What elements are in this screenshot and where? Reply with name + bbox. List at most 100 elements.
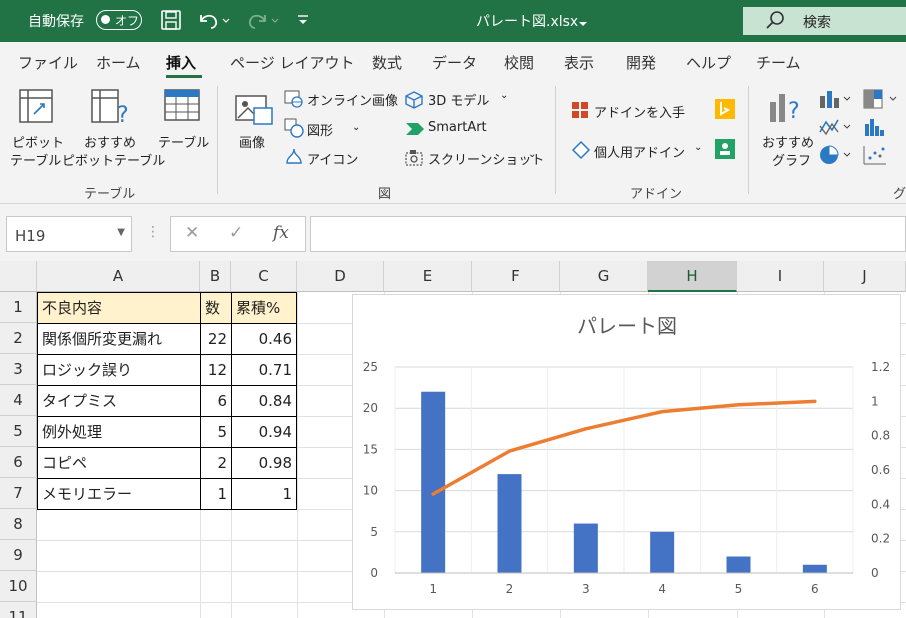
formula-input[interactable] xyxy=(310,216,906,252)
tab-insert[interactable]: 挿入 xyxy=(166,52,196,73)
undo-icon[interactable] xyxy=(196,9,230,35)
cell-c7[interactable]: 1 xyxy=(231,478,297,510)
cell-a4[interactable]: タイプミス xyxy=(37,385,201,417)
cancel-icon[interactable]: ✕ xyxy=(185,223,199,243)
column-header-b[interactable]: B xyxy=(200,261,231,292)
my-addins-label[interactable]: 個人用アドイン xyxy=(594,142,685,161)
enter-icon[interactable]: ✓ xyxy=(229,223,243,243)
cell-b3[interactable]: 12 xyxy=(200,354,232,386)
cell-a1[interactable]: 不良内容 xyxy=(37,292,201,324)
cell-c5[interactable]: 0.94 xyxy=(231,416,297,448)
tab-help[interactable]: ヘルプ xyxy=(686,52,731,73)
picture-icon[interactable] xyxy=(234,94,274,132)
row-header-2[interactable]: 2 xyxy=(0,323,37,354)
online-picture-label[interactable]: オンライン画像 xyxy=(307,90,398,109)
tab-developer[interactable]: 開発 xyxy=(626,52,656,73)
icons-icon[interactable] xyxy=(284,146,304,170)
screenshot-dropdown-icon[interactable]: ⌄ xyxy=(528,149,536,160)
my-addins-dropdown-icon[interactable]: ⌄ xyxy=(694,142,702,153)
cell-a7[interactable]: メモリエラー xyxy=(37,478,201,510)
scatter-chart-icon[interactable] xyxy=(862,144,902,170)
column-header-c[interactable]: C xyxy=(231,261,297,292)
people-graph-icon[interactable] xyxy=(714,138,736,164)
row-header-11[interactable]: 11 xyxy=(0,602,37,618)
autosave-toggle[interactable]: オフ xyxy=(96,10,142,30)
pareto-chart[interactable]: パレート図 0 5 10 15 20 25 0 0.2 0.4 0.6 0.8 1 1.2 1 2 3 4 5 6 xyxy=(352,294,901,610)
cell-a5[interactable]: 例外処理 xyxy=(37,416,201,448)
column-header-h[interactable]: H xyxy=(648,261,737,292)
column-header-f[interactable]: F xyxy=(472,261,560,292)
recommended-pivot-icon[interactable]: ? xyxy=(90,88,132,132)
table-icon[interactable] xyxy=(163,88,201,128)
chevron-down-icon[interactable] xyxy=(578,14,588,33)
statistic-chart-icon[interactable] xyxy=(862,116,902,142)
cell-b7[interactable]: 1 xyxy=(200,478,232,510)
picture-label[interactable]: 画像 xyxy=(239,132,265,151)
cell-a6[interactable]: コピペ xyxy=(37,447,201,479)
column-header-i[interactable]: I xyxy=(737,261,824,292)
tab-page-layout[interactable]: ページ レイアウト xyxy=(230,52,354,73)
customize-quick-access-icon[interactable] xyxy=(296,12,310,32)
column-header-g[interactable]: G xyxy=(560,261,648,292)
cell-b5[interactable]: 5 xyxy=(200,416,232,448)
cell-a2[interactable]: 関係個所変更漏れ xyxy=(37,323,201,355)
pivot-table-icon[interactable] xyxy=(18,88,54,128)
cell-c6[interactable]: 0.98 xyxy=(231,447,297,479)
chart-title[interactable]: パレート図 xyxy=(577,314,677,338)
cell-b2[interactable]: 22 xyxy=(200,323,232,355)
row-header-8[interactable]: 8 xyxy=(0,509,37,540)
cell-c1[interactable]: 累積% xyxy=(231,292,297,324)
cell-a3[interactable]: ロジック誤り xyxy=(37,354,201,386)
column-chart-icon[interactable] xyxy=(818,88,852,114)
recommended-pivot-label-1[interactable]: おすすめ xyxy=(84,132,136,151)
save-icon[interactable] xyxy=(160,9,182,35)
row-header-1[interactable]: 1 xyxy=(0,292,37,323)
cell-b1[interactable]: 数 xyxy=(200,292,232,324)
store-icon[interactable] xyxy=(570,100,590,124)
screenshot-label[interactable]: スクリーンショット xyxy=(428,149,544,168)
3d-model-label[interactable]: 3D モデル xyxy=(428,90,489,109)
bing-icon[interactable] xyxy=(714,98,736,124)
row-header-7[interactable]: 7 xyxy=(0,478,37,509)
recommended-charts-label-2[interactable]: グラフ xyxy=(772,150,811,169)
redo-icon[interactable] xyxy=(246,9,280,35)
smartart-icon[interactable] xyxy=(404,120,426,142)
row-header-3[interactable]: 3 xyxy=(0,354,37,385)
row-header-6[interactable]: 6 xyxy=(0,447,37,478)
column-header-d[interactable]: D xyxy=(297,261,384,292)
shapes-dropdown-icon[interactable]: ⌄ xyxy=(352,122,360,133)
pivot-table-label-2[interactable]: テーブル xyxy=(10,150,61,169)
row-header-10[interactable]: 10 xyxy=(0,571,37,602)
tab-file[interactable]: ファイル xyxy=(18,52,78,73)
row-header-9[interactable]: 9 xyxy=(0,540,37,571)
cell-b6[interactable]: 2 xyxy=(200,447,232,479)
my-addins-icon[interactable] xyxy=(570,138,592,164)
cell-c2[interactable]: 0.46 xyxy=(231,323,297,355)
tab-view[interactable]: 表示 xyxy=(564,52,594,73)
shapes-label[interactable]: 図形 xyxy=(307,120,333,139)
tab-team[interactable]: チーム xyxy=(756,52,801,73)
column-header-j[interactable]: J xyxy=(824,261,906,292)
screenshot-icon[interactable] xyxy=(404,148,424,172)
name-box-dropdown-icon[interactable]: ▼ xyxy=(117,227,125,238)
row-header-5[interactable]: 5 xyxy=(0,416,37,447)
shapes-icon[interactable] xyxy=(284,118,304,142)
tab-home[interactable]: ホーム xyxy=(96,52,141,73)
get-addins-label[interactable]: アドインを入手 xyxy=(594,102,685,121)
tab-data[interactable]: データ xyxy=(432,52,477,73)
smartart-label[interactable]: SmartArt xyxy=(428,120,487,135)
column-header-e[interactable]: E xyxy=(384,261,472,292)
table-label[interactable]: テーブル xyxy=(158,132,209,151)
icons-label[interactable]: アイコン xyxy=(307,149,358,168)
cell-c4[interactable]: 0.84 xyxy=(231,385,297,417)
column-header-a[interactable]: A xyxy=(37,261,200,292)
pie-chart-icon[interactable] xyxy=(818,144,852,170)
file-name[interactable]: パレート図.xlsx xyxy=(476,11,578,31)
drag-handle-icon[interactable]: ⋮ xyxy=(146,224,160,240)
3d-model-dropdown-icon[interactable]: ⌄ xyxy=(500,90,508,101)
recommended-charts-icon[interactable]: ? xyxy=(766,88,808,132)
row-header-4[interactable]: 4 xyxy=(0,385,37,416)
cell-b4[interactable]: 6 xyxy=(200,385,232,417)
3d-model-icon[interactable] xyxy=(404,90,424,114)
tab-formulas[interactable]: 数式 xyxy=(372,52,402,73)
